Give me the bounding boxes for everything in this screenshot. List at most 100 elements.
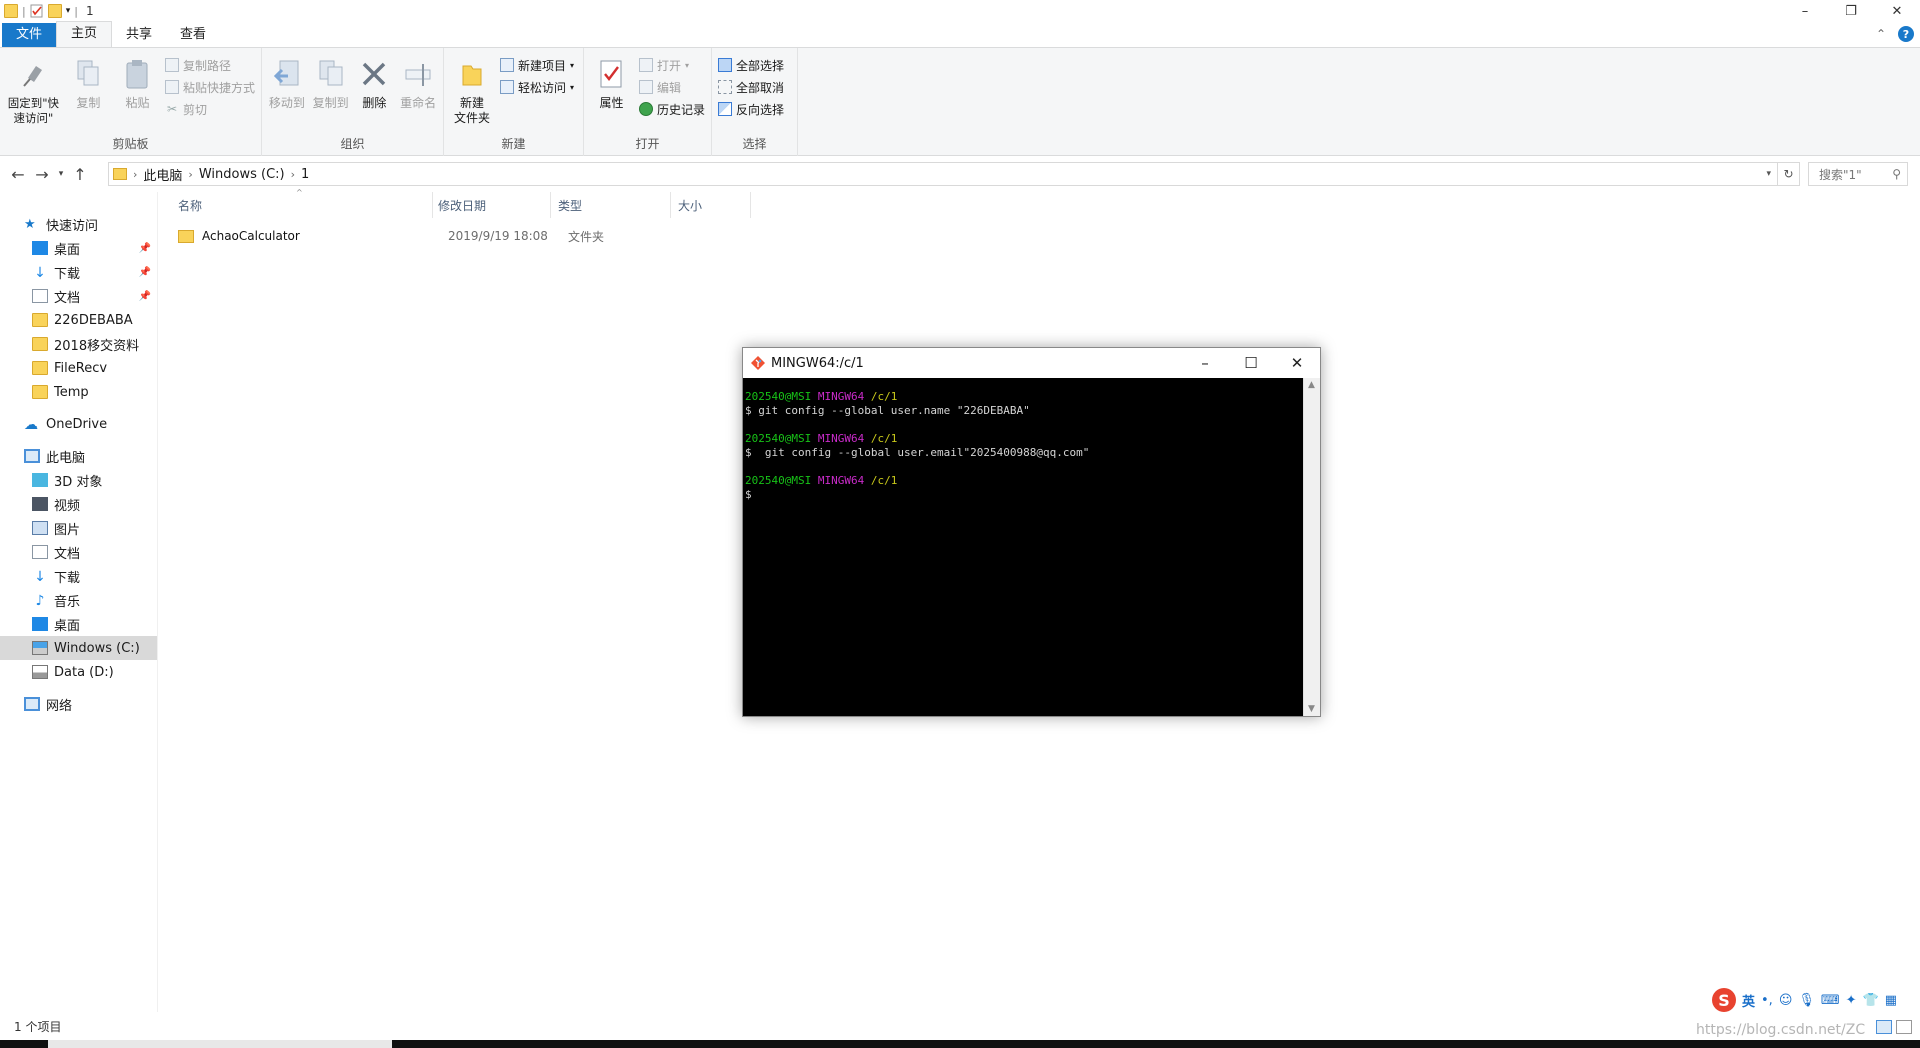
terminal-close-button[interactable]: ✕ [1274, 348, 1320, 378]
nav-pc-downloads[interactable]: ↓ 下载 [0, 564, 157, 588]
taskbar-search-area[interactable] [48, 1040, 392, 1048]
customize-toolbar-chevron-icon[interactable]: ▾ [66, 6, 71, 16]
nav-pc-documents[interactable]: 文档 [0, 540, 157, 564]
ime-punctuation-toggle[interactable]: •, [1761, 993, 1773, 1008]
terminal-output[interactable]: 202540@MSI MINGW64 /c/1 $ git config --g… [743, 378, 1303, 716]
nav-quick-access[interactable]: ★ 快速访问 [0, 212, 157, 236]
group-label-organize: 组织 [340, 137, 365, 151]
nav-quick-desktop[interactable]: 桌面 📌 [0, 236, 157, 260]
column-header-size[interactable]: 大小 [678, 193, 702, 217]
nav-onedrive[interactable]: ☁ OneDrive [0, 412, 157, 436]
column-divider[interactable] [432, 192, 433, 218]
refresh-icon[interactable]: ↻ [1778, 162, 1800, 186]
nav-quick-filerecv[interactable]: FileRecv [0, 356, 157, 380]
select-all-button[interactable]: 全部选择 [718, 56, 784, 74]
folder-icon [113, 168, 127, 180]
close-button[interactable]: ✕ [1874, 0, 1920, 22]
large-icons-view-icon[interactable] [1896, 1020, 1912, 1034]
prompt-path: /c/1 [870, 432, 898, 445]
grid-menu-icon[interactable]: ▦ [1885, 993, 1897, 1008]
file-name: AchaoCalculator [202, 229, 300, 243]
invert-selection-button[interactable]: 反向选择 [718, 100, 784, 118]
terminal-window[interactable]: MINGW64:/c/1 – ☐ ✕ 202540@MSI MINGW64 /c… [742, 347, 1321, 717]
recent-locations-chevron-icon[interactable]: ▾ [54, 169, 68, 179]
microphone-icon[interactable]: 🎙 [1798, 993, 1815, 1008]
minimize-button[interactable]: – [1782, 0, 1828, 22]
pin-icon[interactable]: 📌 [139, 291, 151, 302]
edit-button[interactable]: 编辑 [638, 78, 705, 96]
nav-this-pc[interactable]: 此电脑 [0, 444, 157, 468]
address-box[interactable]: › 此电脑 › Windows (C:) › 1 ▾ [108, 162, 1778, 186]
nav-pc-drive-d[interactable]: Data (D:) [0, 660, 157, 684]
pin-icon[interactable]: 📌 [139, 267, 151, 278]
nav-quick-226debaba[interactable]: 226DEBABA [0, 308, 157, 332]
tab-home[interactable]: 主页 [56, 21, 113, 47]
cut-button[interactable]: ✂ 剪切 [165, 100, 255, 118]
column-divider[interactable] [670, 192, 671, 218]
breadcrumb-separator-icon[interactable]: › [133, 168, 137, 181]
terminal-minimize-button[interactable]: – [1182, 348, 1228, 378]
nav-quick-documents[interactable]: 文档 📌 [0, 284, 157, 308]
breadcrumb-separator-icon[interactable]: › [291, 168, 295, 181]
column-header-type[interactable]: 类型 [558, 193, 582, 217]
select-none-button[interactable]: 全部取消 [718, 78, 784, 96]
details-view-icon[interactable] [1876, 1020, 1892, 1034]
help-icon[interactable]: ? [1898, 26, 1914, 42]
breadcrumb-separator-icon[interactable]: › [188, 168, 192, 181]
table-row[interactable]: AchaoCalculator 2019/9/19 18:08 文件夹 [172, 225, 732, 247]
nav-network[interactable]: 网络 [0, 692, 157, 716]
terminal-scrollbar[interactable]: ▲ ▼ [1303, 378, 1320, 716]
back-arrow-icon[interactable]: ← [6, 165, 30, 184]
forward-arrow-icon[interactable]: → [30, 165, 54, 184]
easy-access-button[interactable]: 轻松访问 ▾ [500, 78, 574, 96]
column-divider[interactable] [750, 192, 751, 218]
address-dropdown-chevron-icon[interactable]: ▾ [1766, 169, 1771, 179]
nav-pc-videos[interactable]: 视频 [0, 492, 157, 516]
open-button[interactable]: 打开 ▾ [638, 56, 705, 74]
history-button[interactable]: 历史记录 [638, 100, 705, 118]
tab-file[interactable]: 文件 [2, 23, 57, 47]
search-input[interactable]: 搜索"1" ⚲ [1808, 162, 1908, 186]
select-none-icon [718, 80, 732, 94]
terminal-maximize-button[interactable]: ☐ [1228, 348, 1274, 378]
open-icon [638, 58, 653, 72]
properties-check-icon[interactable] [30, 4, 44, 18]
tab-view[interactable]: 查看 [166, 23, 220, 47]
column-header-modified[interactable]: 修改日期 [438, 193, 486, 217]
nav-pc-desktop[interactable]: 桌面 [0, 612, 157, 636]
group-label-new: 新建 [501, 137, 526, 151]
ime-language-toggle[interactable]: 英 [1742, 991, 1755, 1010]
scroll-down-icon[interactable]: ▼ [1308, 704, 1315, 714]
keyboard-icon[interactable]: ⌨ [1821, 993, 1840, 1008]
collapse-ribbon-chevron-icon[interactable]: ⌃ [1876, 27, 1886, 41]
nav-quick-temp[interactable]: Temp [0, 380, 157, 404]
pin-icon[interactable]: 📌 [139, 243, 151, 254]
column-header-name[interactable]: 名称 [178, 193, 202, 217]
copy-path-button[interactable]: 复制路径 [164, 56, 255, 74]
tab-share[interactable]: 共享 [112, 23, 166, 47]
command-line: $ git config --global user.email"2025400… [745, 446, 1090, 459]
nav-quick-downloads[interactable]: ↓ 下载 📌 [0, 260, 157, 284]
nav-pc-music[interactable]: ♪ 音乐 [0, 588, 157, 612]
nav-label: 视频 [54, 498, 81, 514]
restore-button[interactable]: ❐ [1828, 0, 1874, 22]
paste-shortcut-button[interactable]: 粘贴快捷方式 [164, 78, 255, 96]
emoji-icon[interactable]: ☺ [1779, 993, 1793, 1008]
new-folder-icon[interactable] [47, 4, 62, 18]
nav-pc-3d[interactable]: 3D 对象 [0, 468, 157, 492]
new-item-button[interactable]: 新建项目 ▾ [500, 56, 574, 74]
watermark-text: https://blog.csdn.net/ZC [1696, 1022, 1866, 1038]
breadcrumb-folder-1[interactable]: 1 [301, 167, 309, 182]
toolbox-icon[interactable]: ✦ [1846, 993, 1857, 1008]
nav-quick-2018[interactable]: 2018移交资料 [0, 332, 157, 356]
breadcrumb-this-pc[interactable]: 此电脑 [143, 165, 182, 184]
nav-pc-pictures[interactable]: 图片 [0, 516, 157, 540]
film-icon [32, 497, 48, 511]
nav-pc-drive-c[interactable]: Windows (C:) [0, 636, 157, 660]
skin-shirt-icon[interactable]: 👕 [1863, 993, 1879, 1008]
scroll-up-icon[interactable]: ▲ [1308, 380, 1315, 390]
sogou-logo-icon[interactable]: S [1712, 988, 1736, 1012]
breadcrumb-drive-c[interactable]: Windows (C:) [199, 167, 285, 182]
column-divider[interactable] [550, 192, 551, 218]
up-arrow-icon[interactable]: ↑ [68, 165, 92, 184]
